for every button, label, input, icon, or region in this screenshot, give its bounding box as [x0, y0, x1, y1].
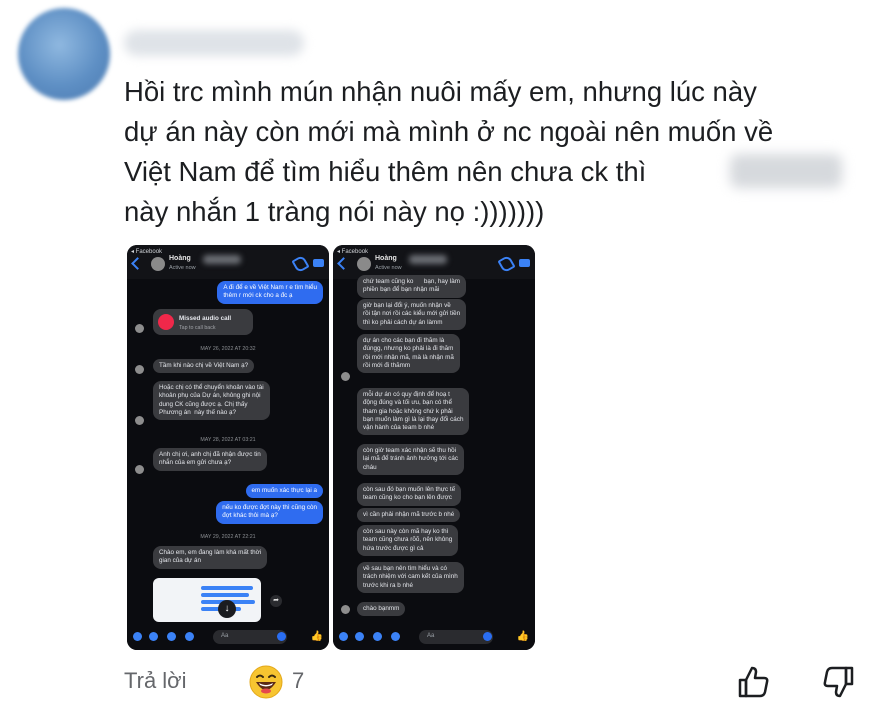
sender-avatar	[135, 465, 144, 474]
message-bubble: mỗi dự án có quy định để hoạ t động đúng…	[357, 388, 470, 436]
missed-call-icon	[158, 314, 174, 330]
commenter-name-redacted[interactable]	[124, 30, 304, 56]
message-bubble: nếu ko được đợt này thì cũng còn đợt khá…	[216, 501, 323, 524]
contact-name-redacted	[203, 255, 241, 264]
scroll-down-icon[interactable]: ↓	[218, 600, 236, 618]
plus-icon[interactable]	[133, 632, 142, 641]
missed-call-label: Missed audio call	[179, 315, 232, 322]
camera-icon[interactable]	[355, 632, 364, 641]
message-bubble: Tầm khi nào chị về Việt Nam ạ?	[153, 359, 255, 374]
messenger-screenshot-right[interactable]: ◂ Facebook Hoàng Active now chứ team cũn…	[333, 245, 535, 650]
like-icon[interactable]: 👍	[517, 631, 529, 642]
camera-icon[interactable]	[149, 632, 158, 641]
message-bubble: chứ team cũng ko bạn, hay làm phiền bạn …	[357, 275, 466, 298]
contact-status: Active now	[375, 265, 402, 271]
back-label: ◂ Facebook	[131, 249, 163, 255]
sender-avatar	[135, 416, 144, 425]
share-icon[interactable]: ➦	[270, 595, 282, 607]
composer: Aa 👍	[333, 624, 535, 650]
gallery-icon[interactable]	[167, 632, 176, 641]
video-icon	[519, 259, 530, 267]
back-chevron-icon	[337, 257, 350, 270]
microphone-icon[interactable]	[185, 632, 194, 641]
contact-avatar	[151, 257, 165, 271]
message-input-placeholder: Aa	[427, 633, 435, 639]
sender-avatar	[135, 324, 144, 333]
reply-button[interactable]: Trả lời	[124, 668, 187, 694]
message-bubble: dự án cho các bạn đi thăm là đúngg, nhưn…	[357, 334, 460, 374]
redacted-word	[730, 154, 842, 188]
message-bubble: Anh chị ơi, anh chị đã nhận được tin nhắ…	[153, 448, 267, 471]
emoji-icon[interactable]	[483, 632, 492, 641]
image-attachment[interactable]	[153, 578, 261, 622]
message-bubble: còn giờ team xác nhận sẽ thu hồi lại mã …	[357, 444, 465, 475]
commenter-avatar[interactable]	[18, 8, 110, 100]
message-input-placeholder: Aa	[221, 633, 229, 639]
contact-name: Hoàng	[169, 255, 191, 262]
messenger-screenshot-left[interactable]: ◂ Facebook Hoàng Active now A đi để e về…	[127, 245, 329, 650]
message-bubble: em muốn xác thực lại a	[245, 484, 323, 499]
microphone-icon[interactable]	[391, 632, 400, 641]
reaction-count: 7	[292, 668, 305, 693]
back-chevron-icon	[131, 257, 144, 270]
missed-call-bubble: Missed audio call Tap to call back	[153, 309, 253, 335]
composer: Aa 👍	[127, 624, 329, 650]
message-bubble: còn sau này còn mã hay ko thì team cũng …	[357, 525, 459, 556]
contact-name: Hoàng	[375, 255, 397, 262]
gallery-icon[interactable]	[373, 632, 382, 641]
message-bubble: giờ bạn lại đổi ý, muốn nhận về rồi tận …	[357, 299, 467, 330]
message-bubble: A đi để e về Việt Nam r e tìm hiểu thêm …	[217, 281, 323, 304]
missed-call-sub: Tap to call back	[179, 325, 216, 331]
plus-icon[interactable]	[339, 632, 348, 641]
timestamp: MAY 26, 2022 AT 20:32	[200, 346, 256, 352]
laughing-face-icon[interactable]	[248, 664, 284, 700]
contact-avatar	[357, 257, 371, 271]
message-bubble: Hoặc chị có thể chuyển khoản vào tài kho…	[153, 381, 270, 421]
thumbs-up-icon[interactable]	[736, 664, 772, 700]
timestamp: MAY 28, 2022 AT 03:21	[200, 437, 256, 443]
message-bubble: còn sau đó bạn muốn lên thực tế team cũn…	[357, 483, 462, 506]
message-bubble: về sau bạn nên tìm hiểu và có trách nhiệ…	[357, 562, 464, 593]
sender-avatar	[135, 365, 144, 374]
comment-text: Hồi trc mình mún nhận nuôi mấy em, nhưng…	[124, 76, 774, 227]
chat-header: ◂ Facebook Hoàng Active now	[333, 245, 535, 279]
chat-header: ◂ Facebook Hoàng Active now	[127, 245, 329, 279]
thumbs-down-icon[interactable]	[820, 664, 856, 700]
timestamp: MAY 29, 2022 AT 22:21	[200, 534, 256, 540]
message-bubble: Chào em, em đang làm khá mất thời gian c…	[153, 546, 268, 569]
contact-status: Active now	[169, 265, 196, 271]
sender-avatar	[341, 372, 350, 381]
contact-name-redacted	[409, 255, 447, 264]
emoji-icon[interactable]	[277, 632, 286, 641]
video-icon	[313, 259, 324, 267]
phone-icon	[497, 254, 516, 274]
message-bubble: chào bạnmm	[357, 602, 406, 617]
like-icon[interactable]: 👍	[311, 631, 323, 642]
phone-icon	[291, 254, 310, 274]
back-label: ◂ Facebook	[337, 249, 369, 255]
message-bubble: vì cần phải nhận mã trước b nhé	[357, 508, 461, 523]
sender-avatar	[341, 605, 350, 614]
